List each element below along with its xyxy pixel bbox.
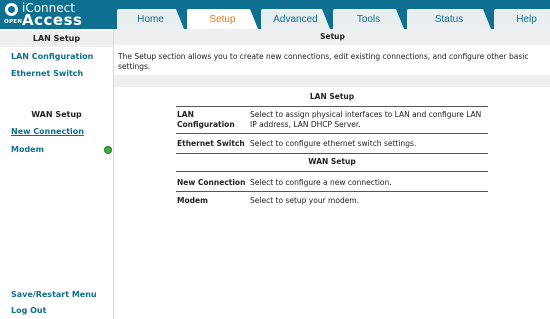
sidebar-lan-header: LAN Setup — [0, 31, 113, 47]
divider — [176, 191, 488, 192]
sidebar: LAN Setup LAN Configuration Ethernet Swi… — [0, 29, 113, 319]
sidebar-item-modem[interactable]: Modem — [11, 145, 44, 154]
tab-setup-label: Setup — [209, 13, 236, 25]
sidebar-item-ethernet-switch[interactable]: Ethernet Switch — [11, 69, 83, 78]
tab-status[interactable]: Status — [407, 9, 491, 29]
sidebar-item-new-connection[interactable]: New Connection — [11, 127, 84, 136]
logo-subtitle: Access — [22, 11, 83, 29]
divider — [176, 133, 488, 134]
lan-setup-table-header: LAN Setup — [309, 92, 355, 101]
new-connection-label: New Connection — [177, 178, 246, 187]
main-content: Setup The Setup section allows you to cr… — [113, 29, 550, 319]
ethernet-switch-desc: Select to configure ethernet switch sett… — [250, 139, 417, 148]
tab-home[interactable]: Home — [117, 9, 184, 29]
tab-advanced[interactable]: Advanced — [261, 9, 330, 29]
wan-setup-table-header: WAN Setup — [308, 157, 356, 166]
status-dot-icon — [104, 146, 112, 154]
page-title: Setup — [114, 29, 550, 45]
intro-divider — [114, 75, 550, 87]
tab-status-label: Status — [434, 13, 464, 25]
divider — [176, 171, 488, 172]
sidebar-item-log-out[interactable]: Log Out — [11, 306, 46, 315]
tab-help[interactable]: Help — [494, 9, 550, 29]
sidebar-item-lan-configuration[interactable]: LAN Configuration — [11, 52, 93, 61]
lan-configuration-label-line2: Configuration — [177, 120, 235, 129]
modem-label: Modem — [177, 196, 208, 205]
sidebar-wan-header: WAN Setup — [0, 107, 113, 123]
tab-help-label: Help — [516, 13, 537, 25]
divider — [176, 106, 488, 107]
lan-configuration-label-line1: LAN — [177, 110, 194, 119]
lan-configuration-desc: Select to assign physical interfaces to … — [250, 110, 482, 129]
new-connection-desc: Select to configure a new connection. — [250, 178, 392, 187]
sidebar-item-save-restart[interactable]: Save/Restart Menu — [11, 290, 97, 299]
tab-advanced-label: Advanced — [273, 13, 318, 25]
tab-home-label: Home — [137, 13, 164, 25]
logo-open-text: OPEN — [4, 19, 23, 25]
modem-desc: Select to setup your modem. — [250, 196, 360, 205]
tab-tools-label: Tools — [356, 13, 381, 25]
logo-circle-icon — [5, 3, 18, 16]
intro-text: The Setup section allows you to create n… — [118, 52, 529, 71]
tab-tools[interactable]: Tools — [333, 9, 404, 29]
top-header: OPEN iConnect Access Home Setup Advanced… — [0, 0, 550, 29]
ethernet-switch-label: Ethernet Switch — [177, 139, 245, 148]
logo: OPEN iConnect Access — [0, 0, 113, 29]
divider — [176, 153, 488, 154]
tab-setup[interactable]: Setup — [187, 9, 258, 29]
main-tabs: Home Setup Advanced Tools Status Help — [117, 9, 550, 29]
